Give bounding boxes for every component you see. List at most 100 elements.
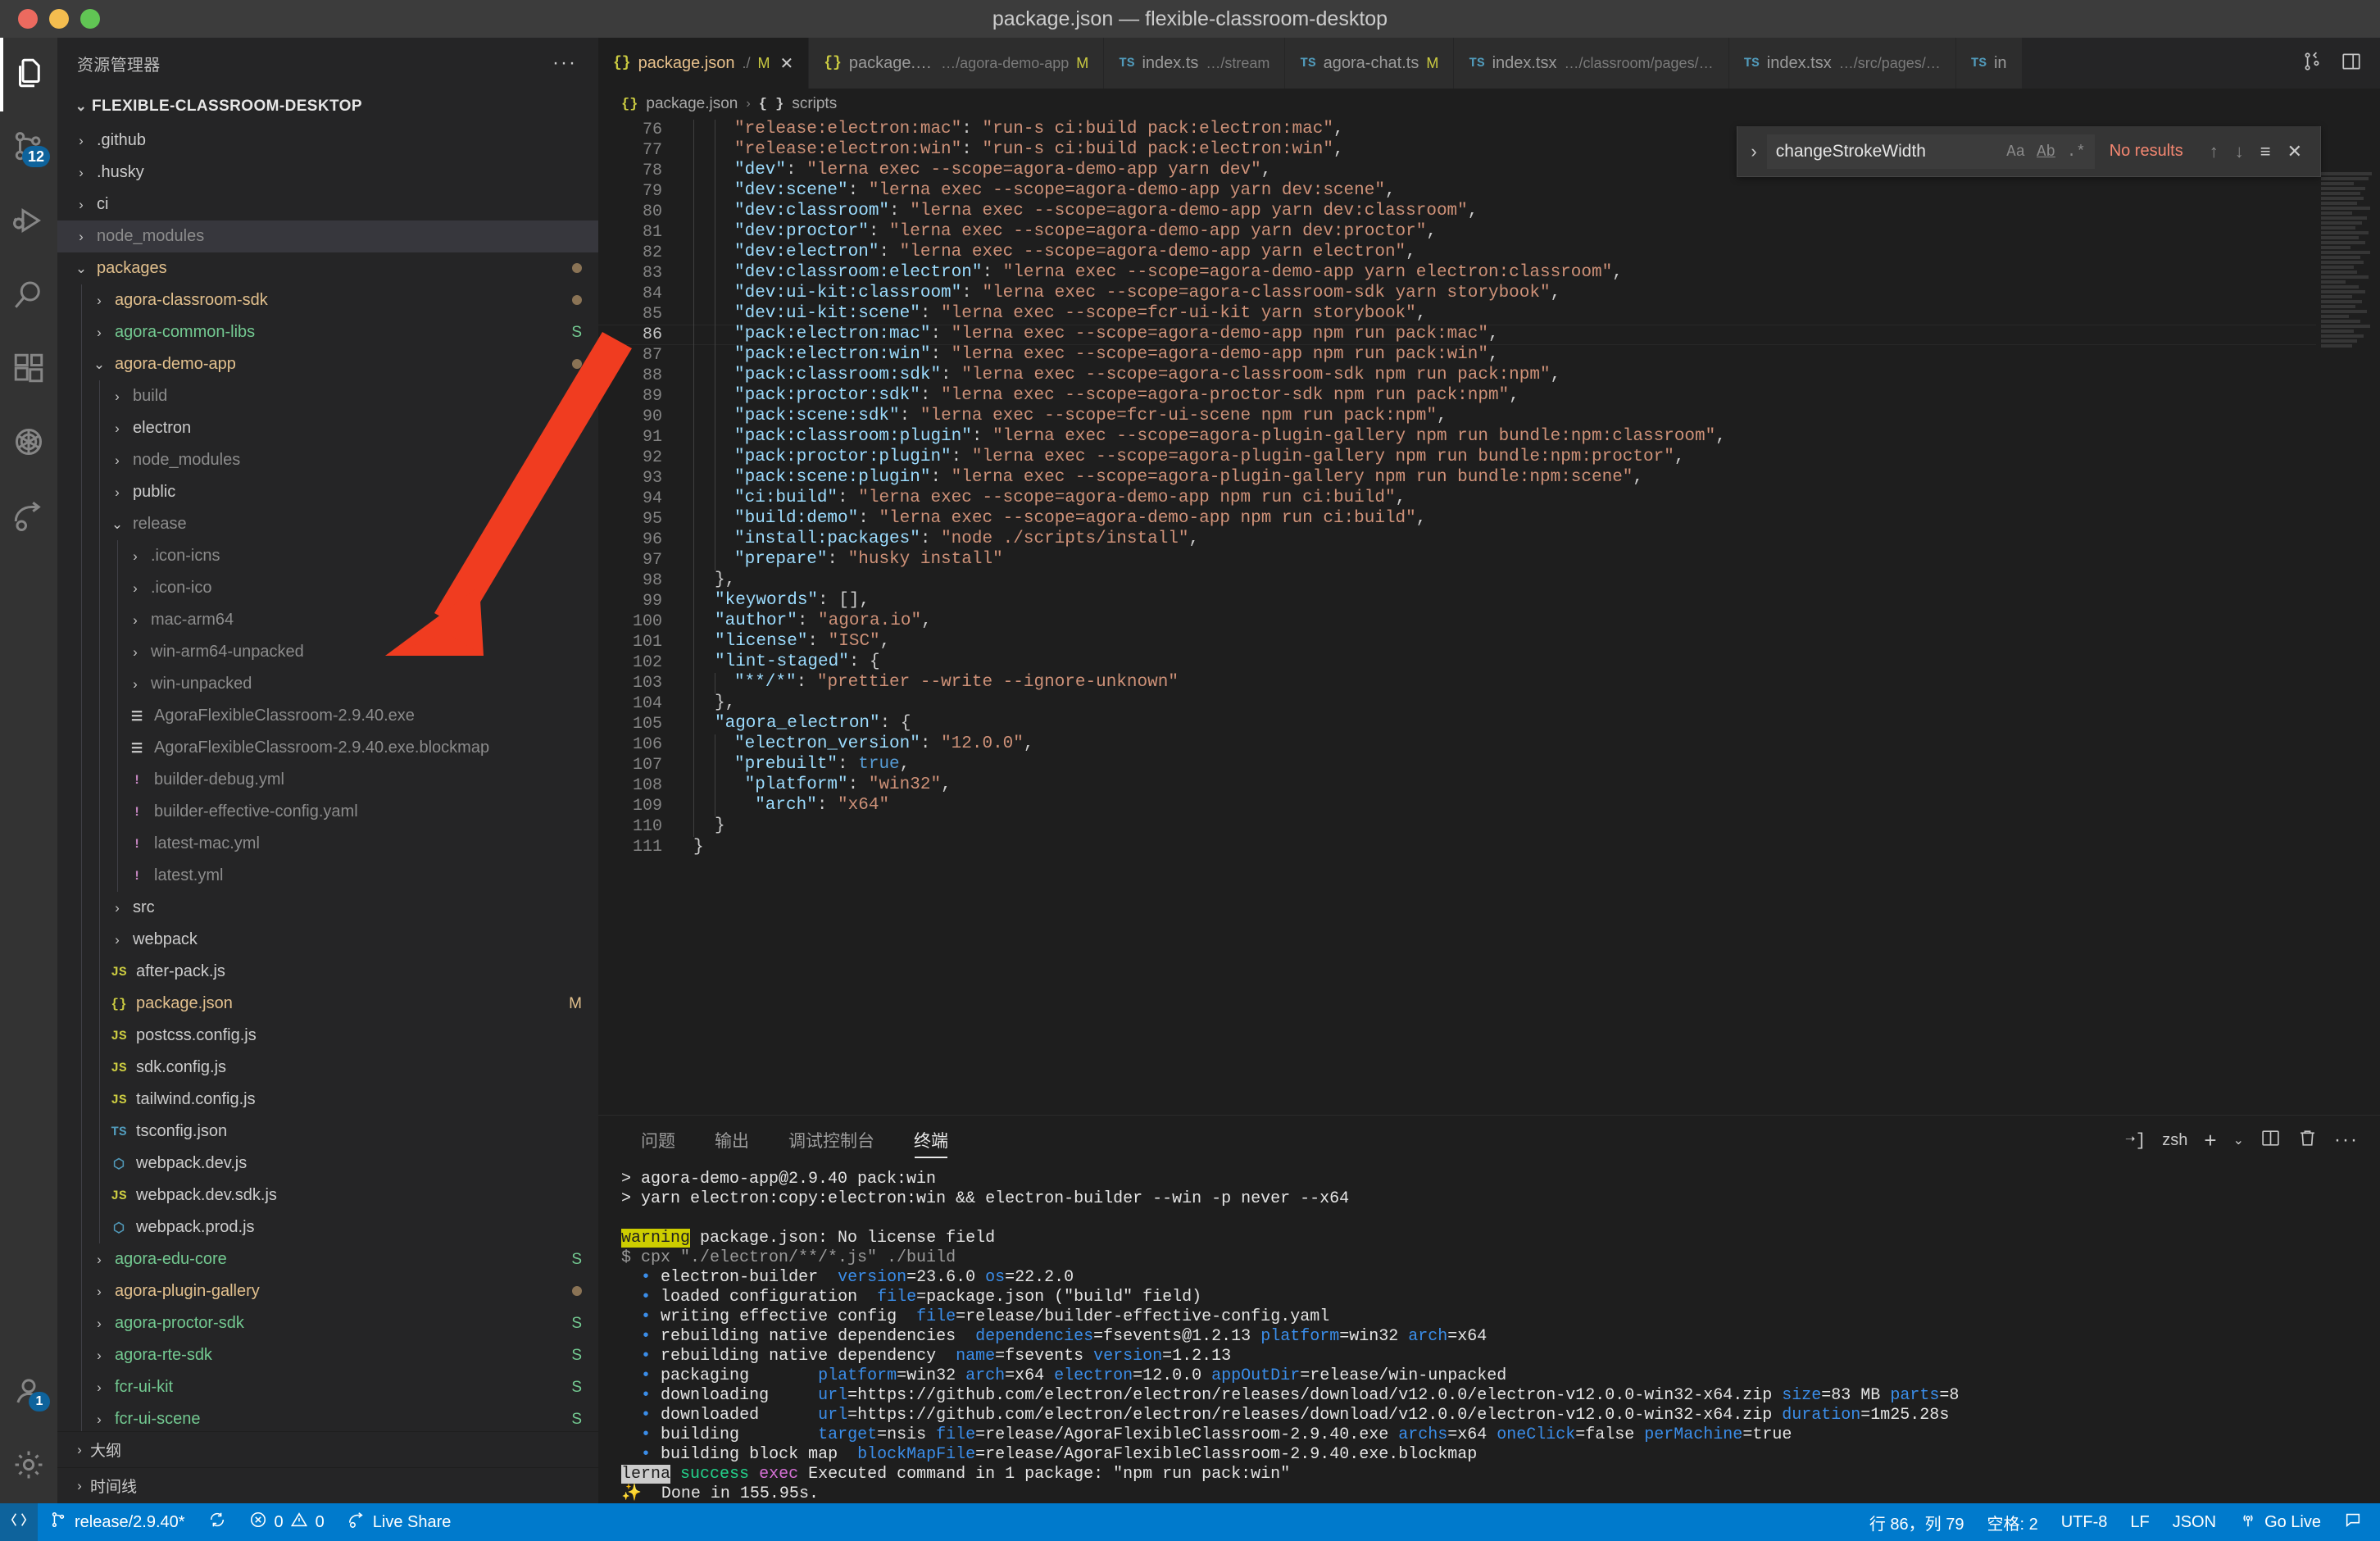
tree-folder[interactable]: › agora-common-libs S	[57, 316, 598, 348]
code-line[interactable]: 83 "dev:classroom:electron": "lerna exec …	[598, 263, 2380, 284]
activity-live-share[interactable]	[0, 480, 57, 554]
status-eol[interactable]: LF	[2119, 1503, 2160, 1541]
terminal-dropdown-icon[interactable]: ⌄	[2233, 1132, 2244, 1148]
activity-explorer[interactable]	[0, 38, 57, 111]
split-editor-icon[interactable]	[2301, 51, 2323, 76]
sidebar-section-timeline[interactable]: › 时间线	[57, 1467, 598, 1503]
code-line[interactable]: 82 "dev:electron": "lerna exec --scope=ag…	[598, 243, 2380, 263]
tree-file[interactable]: TS tsconfig.json	[57, 1116, 598, 1148]
status-indentation[interactable]: 空格: 2	[1975, 1503, 2049, 1541]
code-line[interactable]: 94 "ci:build": "lerna exec --scope=agora-…	[598, 489, 2380, 509]
code-line[interactable]: 108 "platform": "win32",	[598, 775, 2380, 796]
split-terminal-icon[interactable]	[2260, 1128, 2281, 1153]
code-line[interactable]: 97 "prepare": "husky install"	[598, 550, 2380, 570]
code-line[interactable]: 96 "install:packages": "node ./scripts/in…	[598, 530, 2380, 550]
tree-file[interactable]: JS postcss.config.js	[57, 1020, 598, 1052]
code-line[interactable]: 105 "agora_electron": {	[598, 714, 2380, 734]
tree-folder[interactable]: › agora-proctor-sdk S	[57, 1307, 598, 1339]
panel-tab-terminal[interactable]: 终端	[894, 1116, 968, 1165]
panel-tab-debug-console[interactable]: 调试控制台	[769, 1116, 894, 1165]
tree-folder[interactable]: › agora-rte-sdk S	[57, 1339, 598, 1371]
panel-tab-problems[interactable]: 问题	[621, 1116, 695, 1165]
editor-tab[interactable]: {} package.json …/agora-demo-app M	[809, 38, 1105, 89]
minimap[interactable]	[2316, 170, 2380, 355]
tree-folder[interactable]: › fcr-ui-kit S	[57, 1371, 598, 1403]
tree-folder[interactable]: › win-arm64-unpacked	[57, 636, 598, 668]
new-terminal-icon[interactable]: +	[2204, 1130, 2216, 1151]
code-line[interactable]: 107 "prebuilt": true,	[598, 755, 2380, 775]
status-errors[interactable]: 0	[238, 1503, 287, 1541]
code-line[interactable]: 87 "pack:electron:win": "lerna exec --sco…	[598, 345, 2380, 366]
panel-more-icon[interactable]: ···	[2334, 1129, 2359, 1152]
activity-accounts[interactable]: 1	[0, 1356, 57, 1430]
status-branch[interactable]: release/2.9.40*	[38, 1503, 197, 1541]
editor-tab[interactable]: TS index.ts …/stream	[1104, 38, 1286, 89]
tree-folder[interactable]: › .icon-ico	[57, 572, 598, 604]
tree-folder[interactable]: › agora-edu-core S	[57, 1243, 598, 1275]
editor-tab[interactable]: {} package.json ./ M ✕	[598, 38, 810, 89]
activity-search[interactable]	[0, 259, 57, 333]
tree-folder[interactable]: › mac-arm64	[57, 604, 598, 636]
tree-file[interactable]: ! builder-effective-config.yaml	[57, 796, 598, 828]
find-next-icon[interactable]: ↓	[2227, 141, 2252, 162]
code-line[interactable]: 103 "**/*": "prettier --write --ignore-un…	[598, 673, 2380, 693]
maximize-window-button[interactable]	[80, 9, 100, 29]
tree-file[interactable]: ! latest.yml	[57, 860, 598, 892]
tree-folder[interactable]: › node_modules	[57, 444, 598, 476]
activity-settings[interactable]	[0, 1430, 57, 1503]
status-warnings[interactable]: 0	[287, 1503, 336, 1541]
code-line[interactable]: 81 "dev:proctor": "lerna exec --scope=ago…	[598, 222, 2380, 243]
tree-file[interactable]: {} package.json M	[57, 988, 598, 1020]
tree-folder[interactable]: › node_modules	[57, 220, 598, 252]
code-line[interactable]: 101 "license": "ISC",	[598, 632, 2380, 652]
terminal-output[interactable]: > agora-demo-app@2.9.40 pack:win > yarn e…	[598, 1165, 2380, 1524]
tree-folder[interactable]: › .icon-icns	[57, 540, 598, 572]
match-case-icon[interactable]: Aa	[2006, 143, 2025, 161]
status-go-live[interactable]: Go Live	[2228, 1503, 2332, 1541]
activity-chatgpt[interactable]	[0, 407, 57, 480]
code-line[interactable]: 102 "lint-staged": {	[598, 652, 2380, 673]
tree-folder[interactable]: › electron	[57, 412, 598, 444]
tree-file[interactable]: ☰ AgoraFlexibleClassroom-2.9.40.exe.block…	[57, 732, 598, 764]
activity-source-control[interactable]: 12	[0, 111, 57, 185]
status-remote-indicator[interactable]	[0, 1503, 38, 1541]
tree-folder[interactable]: ⌄ release	[57, 508, 598, 540]
status-encoding[interactable]: UTF-8	[2050, 1503, 2119, 1541]
tree-file[interactable]: JS sdk.config.js	[57, 1052, 598, 1084]
code-line[interactable]: 93 "pack:scene:plugin": "lerna exec --sco…	[598, 468, 2380, 489]
code-line[interactable]: 80 "dev:classroom": "lerna exec --scope=a…	[598, 202, 2380, 222]
sidebar-more-actions-button[interactable]: ···	[552, 52, 577, 75]
toggle-replace-icon[interactable]: ›	[1741, 141, 1766, 162]
status-language-mode[interactable]: JSON	[2161, 1503, 2228, 1541]
activity-run-and-debug[interactable]	[0, 185, 57, 259]
code-line[interactable]: 95 "build:demo": "lerna exec --scope=agor…	[598, 509, 2380, 530]
status-feedback[interactable]	[2332, 1503, 2380, 1541]
code-line[interactable]: 110}	[598, 816, 2380, 837]
tree-folder[interactable]: › agora-plugin-gallery	[57, 1275, 598, 1307]
editor-tab[interactable]: TS agora-chat.ts M	[1285, 38, 1455, 89]
tree-file[interactable]: ☰ AgoraFlexibleClassroom-2.9.40.exe	[57, 700, 598, 732]
breadcrumb-symbol[interactable]: scripts	[792, 95, 837, 113]
code-line[interactable]: 106 "electron_version": "12.0.0",	[598, 734, 2380, 755]
code-line[interactable]: 109 "arch": "x64"	[598, 796, 2380, 816]
tree-folder[interactable]: › public	[57, 476, 598, 508]
find-input[interactable]: changeStrokeWidth Aa Ab .*	[1766, 134, 2095, 169]
tree-file[interactable]: JS webpack.dev.sdk.js	[57, 1180, 598, 1211]
code-line[interactable]: 98},	[598, 570, 2380, 591]
status-live-share[interactable]: Live Share	[336, 1503, 463, 1541]
tree-file[interactable]: ⬡ webpack.dev.js	[57, 1148, 598, 1180]
tree-folder[interactable]: › agora-classroom-sdk	[57, 284, 598, 316]
whole-word-icon[interactable]: Ab	[2037, 143, 2055, 161]
code-line[interactable]: 84 "dev:ui-kit:classroom": "lerna exec --…	[598, 284, 2380, 304]
tree-file[interactable]: ⬡ webpack.prod.js	[57, 1211, 598, 1243]
close-icon[interactable]: ✕	[780, 53, 794, 74]
code-line[interactable]: 90 "pack:scene:sdk": "lerna exec --scope=…	[598, 407, 2380, 427]
sidebar-section-outline[interactable]: › 大纲	[57, 1431, 598, 1467]
tree-folder[interactable]: › build	[57, 380, 598, 412]
code-line[interactable]: 99 "keywords": [],	[598, 591, 2380, 611]
minimize-window-button[interactable]	[49, 9, 69, 29]
explorer-root-folder[interactable]: ⌄ FLEXIBLE-CLASSROOM-DESKTOP	[57, 89, 598, 125]
window-controls[interactable]	[18, 9, 100, 29]
tree-folder[interactable]: › .github	[57, 125, 598, 157]
editor-tab[interactable]: TS index.tsx …/classroom/pages/…	[1454, 38, 1729, 89]
